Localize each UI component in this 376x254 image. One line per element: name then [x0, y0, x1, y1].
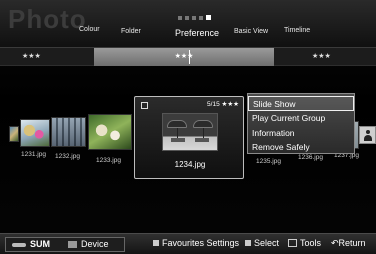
thumbnail-caption: 1232.jpg	[55, 153, 80, 160]
photo-count-rating: 5/15 ★★★	[207, 100, 239, 108]
selected-photo-image	[162, 113, 218, 151]
return-arrow-icon: ↶	[331, 238, 339, 248]
footer-bar: SUM Device Favourites Settings Select To…	[0, 233, 376, 254]
device-label[interactable]: Device	[81, 239, 109, 249]
menu-item-information[interactable]: Information	[248, 126, 354, 141]
page-dot	[185, 16, 189, 20]
usb-drive-icon	[12, 243, 26, 247]
chair-shape	[195, 138, 209, 142]
thumbnail-caption: 1231.jpg	[21, 151, 46, 158]
enter-button-icon	[245, 240, 251, 246]
position-marker	[189, 50, 190, 64]
selected-photo-filename: 1234.jpg	[174, 160, 206, 169]
photo-count: 5/15	[207, 101, 220, 108]
tools-label: Tools	[300, 238, 322, 248]
thumbnail-caption: 1235.jpg	[256, 158, 281, 165]
tools-icon	[288, 239, 297, 247]
photo-rating: ★★★	[221, 101, 239, 108]
thumbnail-caption: 1236.jpg	[298, 154, 323, 161]
menu-item-slide-show[interactable]: Slide Show	[248, 96, 354, 111]
tab-colour[interactable]: Colour	[79, 26, 100, 33]
blue-button-icon	[153, 240, 159, 246]
chair-shape	[171, 138, 185, 142]
tab-timeline[interactable]: Timeline	[284, 27, 310, 34]
photo-thumbnail[interactable]	[9, 126, 19, 142]
favourites-label: Favourites Settings	[162, 238, 240, 248]
rating-group-bar: ★★★ ★★★ ★★★	[0, 48, 376, 66]
rating-group-left[interactable]: ★★★	[0, 48, 94, 66]
selected-photo-card[interactable]: 5/15 ★★★ 1234.jpg	[134, 96, 244, 179]
photo-thumbnail[interactable]	[20, 119, 50, 147]
source-label: SUM	[30, 239, 50, 249]
tab-folder[interactable]: Folder	[121, 28, 141, 35]
return-hint[interactable]: ↶Return	[331, 238, 366, 249]
header: Photo Colour Folder Preference Basic Vie…	[0, 0, 376, 48]
photo-thumbnail[interactable]	[88, 114, 132, 150]
page-title: Photo	[8, 4, 87, 34]
source-selector[interactable]: SUM Device	[5, 237, 125, 252]
page-dot	[199, 16, 203, 20]
page-dot-current	[206, 15, 211, 20]
photo-thumbnail[interactable]	[359, 126, 376, 144]
tab-basic-view[interactable]: Basic View	[234, 28, 268, 35]
tab-preference[interactable]: Preference	[175, 28, 219, 38]
tools-hint[interactable]: Tools	[288, 238, 321, 248]
rating-group-right[interactable]: ★★★	[274, 48, 376, 66]
menu-item-play-current-group[interactable]: Play Current Group	[248, 111, 354, 126]
page-dot	[178, 16, 182, 20]
page-dot	[192, 16, 196, 20]
device-button-icon	[68, 241, 77, 248]
photo-browser-screen: Photo Colour Folder Preference Basic Vie…	[0, 0, 376, 254]
return-label: Return	[338, 238, 366, 248]
rating-group-current[interactable]: ★★★	[94, 48, 274, 66]
select-checkbox[interactable]	[141, 102, 148, 109]
thumbnail-caption: 1233.jpg	[96, 157, 121, 164]
person-icon	[364, 130, 372, 141]
pole-shape	[203, 128, 204, 138]
umbrella-shape	[193, 120, 213, 128]
pole-shape	[177, 128, 178, 138]
menu-item-remove-safely[interactable]: Remove Safely	[248, 140, 354, 155]
select-label: Select	[254, 238, 280, 248]
select-hint[interactable]: Select	[245, 238, 279, 248]
photo-thumbnail[interactable]	[51, 117, 86, 147]
page-indicator	[178, 15, 211, 20]
tools-popup-menu: Slide Show Play Current Group Informatio…	[247, 93, 355, 154]
favourites-settings-hint[interactable]: Favourites Settings	[153, 238, 239, 248]
umbrella-shape	[167, 120, 187, 128]
